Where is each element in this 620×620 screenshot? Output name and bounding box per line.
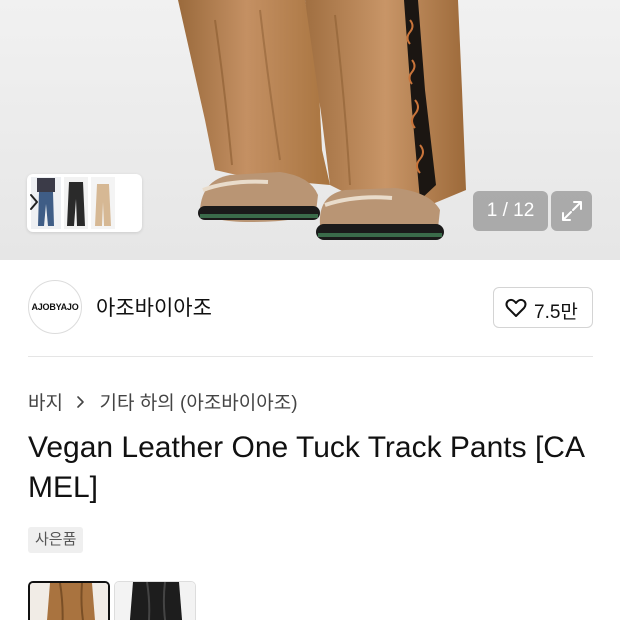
black-thumbnail [115, 582, 195, 620]
brand-row: AJOBYAJO 아조바이아조 7.5만 [28, 280, 593, 336]
color-option-black[interactable] [114, 581, 196, 620]
gallery-thumbnail-strip[interactable] [27, 174, 142, 232]
product-title: Vegan Leather One Tuck Track Pants [CAME… [28, 431, 585, 504]
divider [28, 356, 593, 357]
image-counter: 1 / 12 [473, 191, 548, 231]
color-option-camel[interactable] [28, 581, 110, 620]
chevron-right-icon[interactable] [27, 191, 41, 213]
like-count: 7.5만 [534, 302, 578, 323]
gift-badge: 사은품 [28, 527, 84, 553]
like-button[interactable]: 7.5만 [493, 287, 593, 328]
chevron-right-icon [77, 395, 85, 408]
camel-thumbnail [30, 583, 108, 620]
brand-name[interactable]: 아조바이아조 [96, 292, 212, 322]
thumbnail-images [31, 177, 115, 229]
heart-outline-icon [505, 298, 527, 317]
brand-logo[interactable]: AJOBYAJO [28, 280, 82, 334]
expand-button[interactable] [551, 191, 592, 231]
breadcrumb-item-category[interactable]: 바지 [28, 393, 63, 414]
product-image-gallery[interactable]: 1 / 12 [0, 0, 620, 260]
breadcrumb-item-subcategory[interactable]: 기타 하의 (아조바이아조) [100, 393, 298, 414]
breadcrumb: 바지 기타 하의 (아조바이아조) [28, 388, 298, 415]
expand-icon [562, 201, 582, 221]
